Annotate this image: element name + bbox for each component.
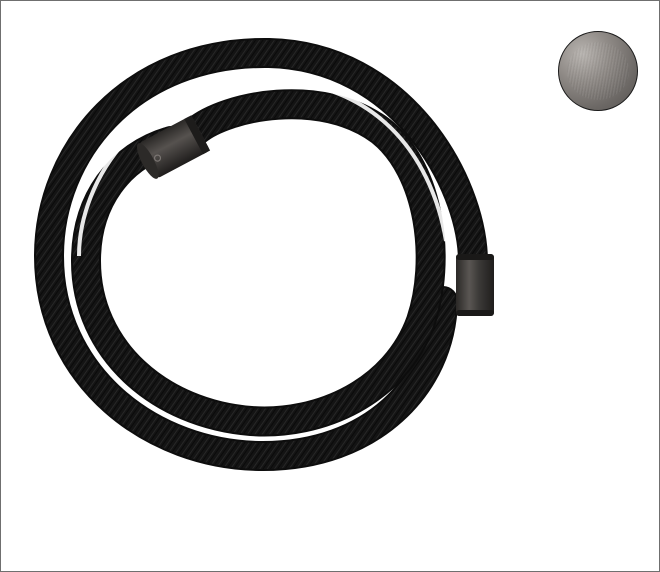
product-image-frame — [0, 0, 660, 572]
finish-color-swatch[interactable] — [558, 31, 638, 111]
hose-end-connector-right — [456, 254, 494, 316]
